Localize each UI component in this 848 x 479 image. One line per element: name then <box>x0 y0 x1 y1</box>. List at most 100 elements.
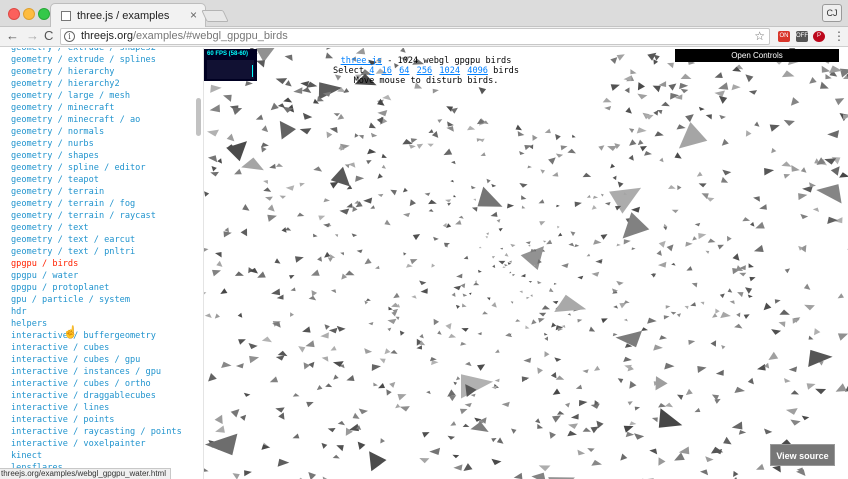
open-controls-button[interactable]: Open Controls <box>675 49 839 62</box>
bird <box>527 244 531 247</box>
bird <box>324 324 330 330</box>
sidebar-item[interactable]: interactive / buffergeometry <box>11 330 182 342</box>
bird-count-link[interactable]: 4096 <box>467 66 488 76</box>
sidebar-item[interactable]: geometry / spline / editor <box>11 162 182 174</box>
browser-menu-icon[interactable]: ⋮ <box>833 29 845 43</box>
bird <box>452 454 460 459</box>
sidebar-item[interactable]: interactive / lines <box>11 402 182 414</box>
bird <box>204 313 212 318</box>
bird <box>283 97 293 103</box>
bird <box>624 87 630 94</box>
close-window-button[interactable] <box>8 8 20 20</box>
bird <box>537 423 544 429</box>
url-text[interactable]: threejs.org/examples/#webgl_gpgpu_birds <box>81 30 288 42</box>
bird-count-link[interactable]: 256 <box>417 66 433 76</box>
threejs-link[interactable]: three.js <box>341 56 382 66</box>
bird <box>470 421 489 432</box>
sidebar-item[interactable]: interactive / voxelpainter <box>11 438 182 450</box>
birds-canvas[interactable] <box>204 48 848 479</box>
sidebar-item[interactable]: interactive / cubes / ortho <box>11 378 182 390</box>
bird <box>625 431 635 438</box>
sidebar-item[interactable]: geometry / hierarchy2 <box>11 78 182 90</box>
sidebar-item[interactable]: hdr <box>11 306 182 318</box>
bird <box>486 178 491 184</box>
bird <box>623 300 630 304</box>
bird-count-link[interactable]: 64 <box>399 66 409 76</box>
sidebar-item[interactable]: geometry / normals <box>11 126 182 138</box>
sidebar-item[interactable]: gpu / particle / system <box>11 294 182 306</box>
sidebar-item[interactable]: geometry / terrain / raycast <box>11 210 182 222</box>
bird <box>808 349 833 367</box>
view-source-button[interactable]: View source <box>770 444 835 466</box>
sidebar-item[interactable]: geometry / large / mesh <box>11 90 182 102</box>
tab-strip: three.js / examples × CJ <box>0 0 848 28</box>
extension-icon[interactable]: OFF <box>796 31 808 42</box>
demo-viewport[interactable]: 60 FPS (58-60) three.js - 1024 webgl gpg… <box>204 48 848 479</box>
sidebar-item[interactable]: geometry / hierarchy <box>11 66 182 78</box>
profile-button[interactable]: CJ <box>822 4 842 22</box>
sidebar-item[interactable]: geometry / text / earcut <box>11 234 182 246</box>
bird <box>478 269 482 273</box>
forward-button[interactable]: → <box>26 28 39 44</box>
bird <box>791 165 800 172</box>
maximize-window-button[interactable] <box>38 8 50 20</box>
sidebar-item[interactable]: interactive / raycasting / points <box>11 426 182 438</box>
bird <box>537 280 542 284</box>
sidebar-item[interactable]: geometry / text / pnltri <box>11 246 182 258</box>
examples-sidebar[interactable]: geometry / extrude / shapes2 geometry / e… <box>0 48 204 479</box>
sidebar-item[interactable]: interactive / draggablecubes <box>11 390 182 402</box>
reload-button[interactable]: C <box>44 28 53 44</box>
sidebar-item[interactable]: geometry / extrude / splines <box>11 54 182 66</box>
site-info-icon[interactable]: i <box>64 31 75 42</box>
pinterest-extension-icon[interactable]: P <box>813 31 825 42</box>
sidebar-item[interactable]: gpgpu / protoplanet <box>11 282 182 294</box>
extension-icon[interactable]: ON <box>778 31 790 42</box>
bird <box>451 160 456 165</box>
sidebar-item[interactable]: interactive / instances / gpu <box>11 366 182 378</box>
bird <box>532 134 538 141</box>
sidebar-item[interactable]: interactive / cubes <box>11 342 182 354</box>
sidebar-item[interactable]: interactive / points <box>11 414 182 426</box>
bird <box>409 199 416 207</box>
bird <box>428 199 437 205</box>
minimize-window-button[interactable] <box>23 8 35 20</box>
bird <box>477 332 482 336</box>
bird <box>320 332 329 339</box>
browser-tab[interactable]: three.js / examples × <box>50 3 206 28</box>
bird <box>445 323 452 330</box>
bird-count-link[interactable]: 1024 <box>439 66 460 76</box>
bird <box>378 383 385 389</box>
bird <box>302 326 311 333</box>
bird <box>410 138 418 144</box>
new-tab-button[interactable] <box>201 10 229 22</box>
bookmark-star-icon[interactable]: ☆ <box>754 29 765 43</box>
bird <box>676 124 686 130</box>
sidebar-item[interactable]: geometry / terrain <box>11 186 182 198</box>
sidebar-scrollbar[interactable] <box>196 98 201 136</box>
tab-close-icon[interactable]: × <box>190 8 197 22</box>
sidebar-item[interactable]: kinect <box>11 450 182 462</box>
bird <box>509 271 512 274</box>
sidebar-item[interactable]: geometry / shapes <box>11 150 182 162</box>
bird-count-link[interactable]: 16 <box>382 66 392 76</box>
sidebar-item[interactable]: interactive / cubes / gpu <box>11 354 182 366</box>
bird <box>298 346 306 353</box>
sidebar-item[interactable]: gpgpu / water <box>11 270 182 282</box>
sidebar-item[interactable]: geometry / minecraft / ao <box>11 114 182 126</box>
bird <box>783 119 795 126</box>
back-button[interactable]: ← <box>6 28 19 44</box>
sidebar-item[interactable]: gpgpu / birds <box>11 258 182 270</box>
sidebar-item[interactable]: geometry / terrain / fog <box>11 198 182 210</box>
sidebar-item[interactable]: helpers <box>11 318 182 330</box>
sidebar-item[interactable]: geometry / teapot <box>11 174 182 186</box>
sidebar-item[interactable]: geometry / text <box>11 222 182 234</box>
bird <box>461 328 469 332</box>
bird <box>431 360 439 366</box>
bird <box>364 258 372 265</box>
sidebar-item[interactable]: geometry / minecraft <box>11 102 182 114</box>
address-bar[interactable]: i threejs.org/examples/#webgl_gpgpu_bird… <box>60 28 770 45</box>
bird <box>620 453 628 461</box>
bird <box>785 408 798 415</box>
bird <box>501 401 510 407</box>
sidebar-item[interactable]: geometry / nurbs <box>11 138 182 150</box>
